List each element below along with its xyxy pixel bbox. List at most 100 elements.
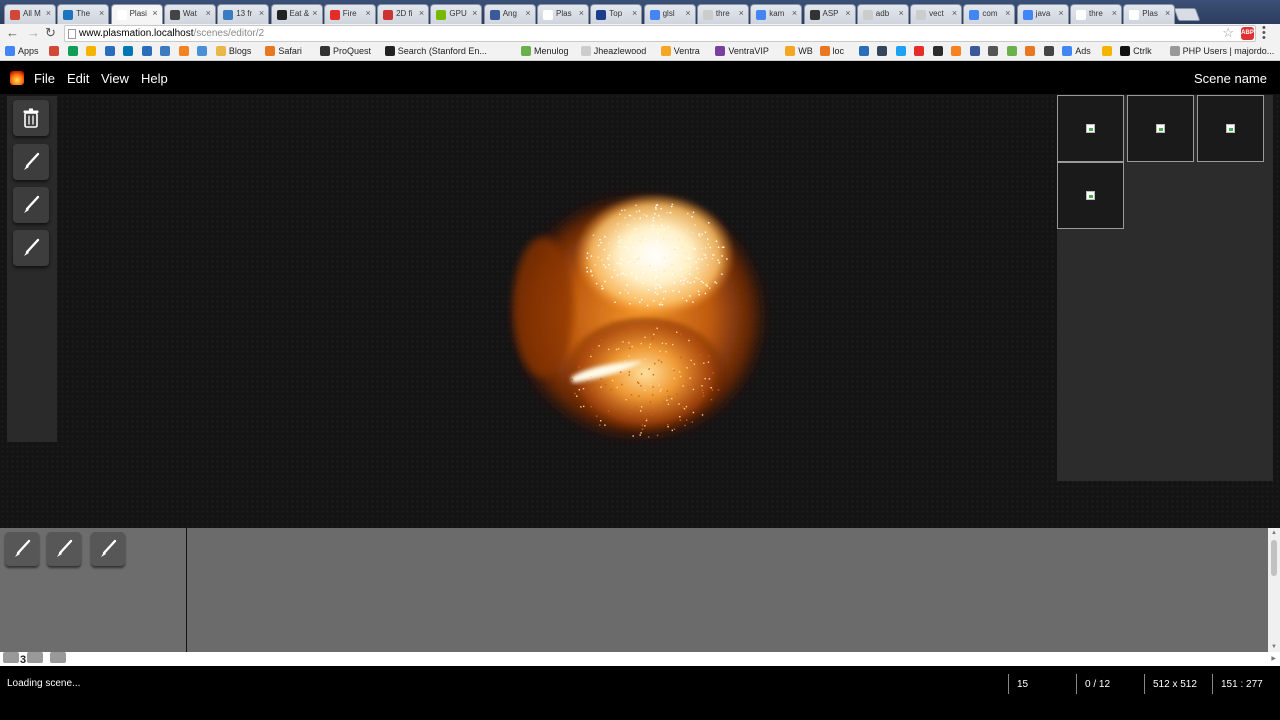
bookmark-item[interactable] — [1025, 46, 1038, 56]
brush-tool-button-3[interactable] — [13, 230, 49, 266]
reload-icon[interactable]: ↻ — [45, 26, 56, 40]
bookmark-item[interactable]: loc — [819, 46, 844, 56]
bookmark-item[interactable]: Jheazlewood — [580, 46, 646, 56]
browser-tab[interactable]: thre × — [1070, 4, 1122, 24]
bookmark-item[interactable]: Menulog — [521, 46, 569, 56]
bookmark-item[interactable]: VentraVIP — [715, 46, 769, 56]
address-bar[interactable]: www.plasmation.localhost/scenes/editor/2 — [64, 25, 1256, 42]
scroll-right-arrow-icon[interactable]: ▶ — [1271, 655, 1276, 662]
timeline-track-area[interactable] — [188, 528, 1268, 652]
frame-thumbnail[interactable] — [1127, 95, 1194, 162]
browser-tab[interactable]: vect × — [910, 4, 963, 24]
tab-close-icon[interactable]: × — [366, 8, 371, 18]
browser-tab[interactable]: All M × — [4, 4, 56, 24]
brush-tool-button-1[interactable] — [13, 144, 49, 180]
bookmark-item[interactable]: Apps — [5, 46, 39, 56]
browser-tab[interactable]: com × — [963, 4, 1016, 24]
browser-tab[interactable]: 13 fr × — [217, 4, 270, 24]
browser-tab[interactable]: java × — [1016, 4, 1069, 24]
bookmark-item[interactable]: Blogs — [215, 46, 251, 56]
tab-close-icon[interactable]: × — [259, 8, 264, 18]
browser-tab[interactable]: thre × — [696, 4, 749, 24]
menu-help[interactable]: Help — [141, 71, 168, 86]
bookmark-item[interactable]: ProQuest — [320, 46, 371, 56]
tab-close-icon[interactable]: × — [792, 8, 797, 18]
timeline-vertical-scrollbar[interactable]: ▲ ▼ — [1268, 528, 1280, 652]
bookmark-item[interactable]: Ads — [1062, 46, 1091, 56]
browser-tab[interactable]: Plasi × — [110, 4, 163, 24]
browser-tab[interactable]: Eat & × — [270, 4, 323, 24]
frame-thumbnail[interactable] — [1197, 95, 1264, 162]
scroll-up-arrow-icon[interactable]: ▲ — [1271, 530, 1277, 536]
frame-tab[interactable] — [3, 652, 19, 663]
brush-tool-button-2[interactable] — [13, 187, 49, 223]
bookmark-item[interactable] — [895, 46, 909, 56]
frame-tab[interactable] — [27, 652, 43, 663]
bookmark-item[interactable] — [988, 46, 1001, 56]
scrollbar-thumb[interactable] — [1271, 540, 1277, 576]
new-tab-button[interactable] — [1173, 8, 1201, 21]
bookmark-item[interactable] — [86, 46, 99, 56]
trash-button[interactable] — [13, 100, 49, 136]
tab-close-icon[interactable]: × — [472, 8, 477, 18]
tab-close-icon[interactable]: × — [46, 8, 51, 18]
tab-close-icon[interactable]: × — [685, 8, 690, 18]
bookmark-item[interactable] — [969, 46, 983, 56]
bookmark-item[interactable]: Safari — [265, 46, 302, 56]
frame-thumbnail[interactable] — [1057, 95, 1124, 162]
menu-file[interactable]: File — [34, 71, 55, 86]
bookmark-item[interactable] — [178, 46, 192, 56]
browser-tab[interactable]: GPU × — [430, 4, 483, 24]
tab-close-icon[interactable]: × — [579, 8, 584, 18]
tab-close-icon[interactable]: × — [312, 8, 317, 18]
browser-tab[interactable]: Wat × — [163, 4, 216, 24]
tab-close-icon[interactable]: × — [419, 8, 424, 18]
browser-tab[interactable]: 2D fi × — [377, 4, 430, 24]
fire-preview-canvas[interactable] — [503, 177, 775, 449]
tab-close-icon[interactable]: × — [1112, 8, 1117, 18]
tab-close-icon[interactable]: × — [1058, 8, 1063, 18]
timeline-brush-button-1[interactable] — [5, 532, 39, 566]
browser-tab[interactable]: kam × — [750, 4, 803, 24]
bookmark-item[interactable] — [104, 46, 118, 56]
browser-tab[interactable]: Plas × — [537, 4, 589, 24]
tab-close-icon[interactable]: × — [152, 8, 157, 18]
browser-tab[interactable]: ASP × — [803, 4, 856, 24]
tab-close-icon[interactable]: × — [1165, 8, 1170, 18]
bookmark-item[interactable] — [141, 46, 155, 56]
bookmark-item[interactable] — [858, 46, 872, 56]
bookmark-item[interactable] — [160, 46, 173, 56]
menu-view[interactable]: View — [101, 71, 129, 86]
timeline-horizontal-scrollbar[interactable]: 3 ▶ — [0, 652, 1280, 666]
scroll-down-arrow-icon[interactable]: ▼ — [1271, 644, 1277, 650]
bookmark-item[interactable] — [197, 46, 210, 56]
bookmark-item[interactable] — [951, 46, 964, 56]
bookmark-item[interactable]: Ctrlk — [1120, 46, 1152, 56]
timeline-brush-button-2[interactable] — [47, 532, 81, 566]
bookmark-item[interactable]: WB — [785, 46, 813, 56]
browser-tab[interactable]: Ang × — [483, 4, 536, 24]
browser-tab[interactable]: Top × — [590, 4, 643, 24]
browser-tab[interactable]: Plas × — [1123, 4, 1176, 24]
back-icon[interactable]: ← — [6, 26, 19, 40]
bookmark-item[interactable]: PHP Users | majordo... — [1169, 46, 1274, 56]
bookmark-item[interactable] — [932, 46, 946, 56]
tab-close-icon[interactable]: × — [525, 8, 530, 18]
frame-thumbnail[interactable] — [1057, 162, 1124, 229]
bookmark-item[interactable] — [877, 46, 890, 56]
browser-tab[interactable]: The × — [57, 4, 110, 24]
tab-close-icon[interactable]: × — [206, 8, 211, 18]
timeline-brush-button-3[interactable] — [91, 532, 125, 566]
bookmark-item[interactable] — [123, 46, 136, 56]
tab-close-icon[interactable]: × — [739, 8, 744, 18]
tab-close-icon[interactable]: × — [99, 8, 104, 18]
browser-tab[interactable]: adb × — [856, 4, 909, 24]
tab-close-icon[interactable]: × — [899, 8, 904, 18]
tab-close-icon[interactable]: × — [1005, 8, 1010, 18]
browser-tab[interactable]: Fire × — [323, 4, 376, 24]
browser-tab[interactable]: glsl × — [643, 4, 696, 24]
tab-close-icon[interactable]: × — [632, 8, 637, 18]
bookmark-item[interactable] — [1043, 46, 1057, 56]
menu-edit[interactable]: Edit — [67, 71, 89, 86]
bookmark-item[interactable] — [49, 46, 62, 56]
